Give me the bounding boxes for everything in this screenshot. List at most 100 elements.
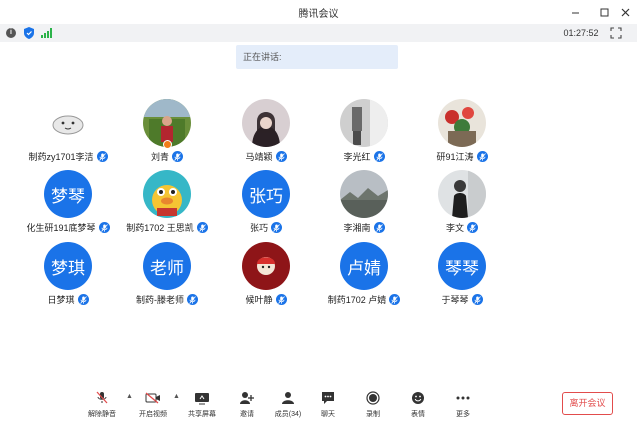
participant-tile[interactable]: 李文 (412, 170, 512, 240)
participant-name-row: 日梦琪 (18, 293, 118, 306)
minimize-icon (571, 12, 579, 13)
share-screen-icon (195, 392, 209, 404)
start-video-label: 开启视频 (139, 411, 167, 418)
participant-name-row: 李湘南 (314, 221, 414, 234)
host-badge-icon (163, 140, 172, 149)
shield-icon[interactable] (24, 27, 34, 39)
mic-icon (275, 151, 287, 162)
avatar: 老师 (143, 242, 191, 290)
participant-name: 制药1702 王思凯 (126, 223, 194, 233)
leave-meeting-button[interactable]: 离开会议 (562, 392, 613, 415)
participant-tile[interactable]: 琴琴 于琴琴 (412, 242, 512, 312)
avatar-initials: 梦琴 (51, 186, 85, 206)
close-icon (621, 8, 629, 16)
meeting-info-bar: i 01:27:52 (0, 24, 637, 42)
mic-icon (96, 151, 108, 162)
avatar (438, 99, 486, 147)
avatar (242, 242, 290, 290)
video-options-caret-icon[interactable]: ▲ (173, 393, 180, 400)
members-icon (282, 392, 294, 404)
invite-label: 邀请 (240, 411, 254, 418)
participant-name: 研91江涛 (436, 152, 474, 162)
participant-tile[interactable]: 老师制药-滕老师 (117, 242, 217, 312)
chat-button[interactable]: 聊天 (306, 391, 350, 421)
mic-icon (172, 151, 183, 162)
avatar (44, 99, 92, 147)
mic-icon (373, 222, 385, 233)
participant-tile[interactable]: 马靖颖 (216, 99, 316, 169)
avatar: 梦琴 (44, 170, 92, 218)
participant-tile[interactable]: 制药1702 王思凯 (117, 170, 217, 240)
members-label: 成员(34) (274, 411, 302, 418)
maximize-button[interactable] (595, 3, 613, 21)
mic-icon (196, 222, 208, 233)
mic-muted-icon (96, 391, 108, 404)
participant-tile[interactable]: 张巧 张巧 (216, 170, 316, 240)
avatar: 梦琪 (44, 242, 92, 290)
mic-icon (467, 222, 478, 233)
participant-tile[interactable]: 李湘南 (314, 170, 414, 240)
info-icon[interactable]: i (6, 28, 16, 38)
mic-icon (77, 294, 89, 305)
mic-icon (389, 294, 401, 305)
window-title: 腾讯会议 (298, 9, 339, 20)
bottom-toolbar: 解除静音 ▲ 开启视频 ▲ 共享屏幕 邀请 成员(34) 聊天 录制 表情 更多 (0, 385, 637, 424)
start-video-button[interactable]: 开启视频 (131, 391, 175, 421)
camera-off-icon (145, 392, 160, 404)
participant-name: 李文 (445, 223, 464, 233)
participant-name-row: 李文 (412, 221, 512, 234)
participant-tile[interactable]: 刘青 (117, 99, 217, 169)
participant-name-row: 马靖颖 (216, 150, 316, 163)
participant-name-row: 张巧 (216, 221, 316, 234)
participant-tile[interactable]: 研91江涛 (412, 99, 512, 169)
avatar (242, 99, 290, 147)
mic-icon (476, 151, 488, 162)
participant-name: 马靖颖 (245, 152, 273, 162)
invite-button[interactable]: 邀请 (225, 391, 269, 421)
participant-name-row: 研91江涛 (412, 150, 512, 163)
reactions-label: 表情 (411, 411, 425, 418)
participant-name-row: 制药-滕老师 (117, 293, 217, 306)
record-button[interactable]: 录制 (351, 391, 395, 421)
participant-name: 化生研191底梦琴 (26, 223, 96, 233)
members-button[interactable]: 成员(34) (266, 391, 310, 421)
meeting-window: 腾讯会议 i 01:27:52 正在讲话: 制药zy1701李洁 刘青 马靖颖 (0, 0, 637, 424)
participant-tile[interactable]: 候叶静 (216, 242, 316, 312)
reactions-button[interactable]: 表情 (396, 391, 440, 421)
mic-icon (471, 294, 483, 305)
avatar: 琴琴 (438, 242, 486, 290)
share-screen-button[interactable]: 共享屏幕 (180, 391, 224, 421)
participant-tile[interactable]: 梦琴化生研191底梦琴 (18, 170, 118, 240)
participant-name-row: 候叶静 (216, 293, 316, 306)
avatar-initials: 张巧 (249, 186, 283, 206)
title-bar: 腾讯会议 (0, 0, 637, 24)
share-screen-label: 共享屏幕 (188, 411, 216, 418)
participant-name-row: 于琴琴 (412, 293, 512, 306)
participant-tile[interactable]: 梦琪 日梦琪 (18, 242, 118, 312)
emoji-icon (412, 392, 424, 404)
participant-name-row: 刘青 (117, 150, 217, 163)
participant-tile[interactable]: 李光红 (314, 99, 414, 169)
participant-name-row: 化生研191底梦琴 (18, 221, 118, 234)
participant-name: 制药1702 卢婧 (327, 295, 387, 305)
record-icon (366, 391, 380, 405)
minimize-button[interactable] (566, 3, 584, 21)
participant-name: 李光红 (343, 152, 371, 162)
participant-name: 于琴琴 (441, 295, 469, 305)
participant-name-row: 制药1702 卢婧 (314, 293, 414, 306)
close-button[interactable] (616, 3, 634, 21)
unmute-label: 解除静音 (88, 411, 116, 418)
participant-name: 李湘南 (343, 223, 371, 233)
mic-icon (373, 151, 385, 162)
chat-label: 聊天 (321, 411, 335, 418)
participant-tile[interactable]: 卢婧 制药1702 卢婧 (314, 242, 414, 312)
speaking-indicator: 正在讲话: (236, 45, 398, 69)
fullscreen-icon[interactable] (610, 27, 622, 39)
participant-tile[interactable]: 制药zy1701李洁 (18, 99, 118, 169)
participant-name-row: 李光红 (314, 150, 414, 163)
avatar (340, 170, 388, 218)
more-icon (456, 396, 470, 400)
signal-icon[interactable] (41, 28, 53, 38)
unmute-button[interactable]: 解除静音 (80, 391, 124, 421)
more-button[interactable]: 更多 (441, 391, 485, 421)
